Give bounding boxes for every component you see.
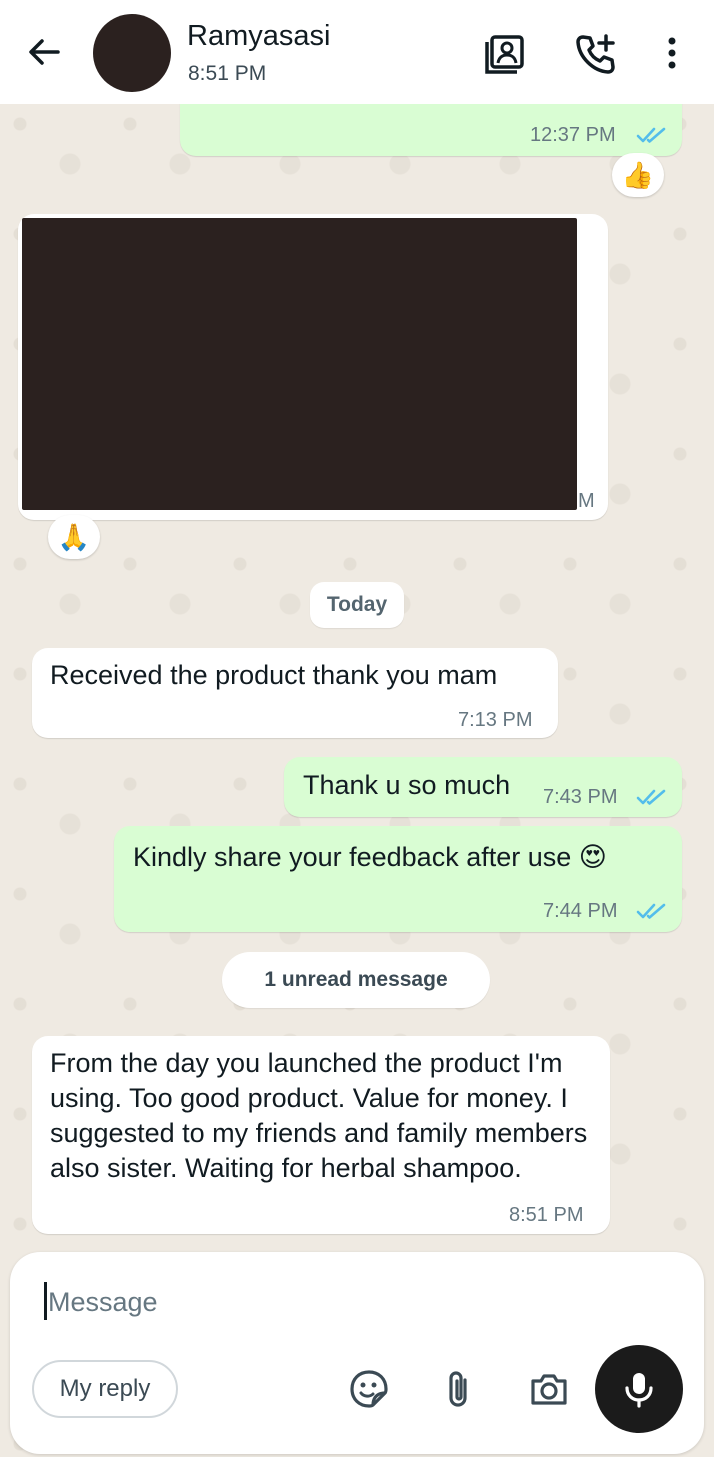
avatar[interactable]	[93, 14, 171, 92]
date-divider: Today	[310, 582, 404, 628]
message-time-partial: M	[578, 490, 595, 512]
message-text: Received the product thank you mam	[50, 660, 498, 690]
message-input[interactable]	[48, 1280, 568, 1324]
double-check-icon	[636, 789, 666, 805]
message-time: 7:44 PM	[543, 900, 618, 922]
text-caret	[44, 1282, 47, 1320]
unread-divider: 1 unread message	[222, 952, 490, 1008]
mic-button[interactable]	[595, 1345, 683, 1433]
contact-status: 8:51 PM	[188, 62, 267, 85]
mic-icon	[625, 1373, 653, 1408]
attach-icon[interactable]	[438, 1368, 480, 1410]
message-text: Kindly share your feedback after use 😍	[133, 842, 607, 872]
sticker-icon[interactable]	[348, 1368, 390, 1410]
camera-icon[interactable]	[528, 1368, 570, 1410]
double-check-icon	[636, 127, 666, 143]
message-time: 7:13 PM	[458, 709, 533, 731]
message-time: 12:37 PM	[530, 124, 616, 146]
reaction-badge[interactable]: 🙏	[48, 515, 100, 559]
double-check-icon	[636, 903, 666, 919]
more-vert-icon[interactable]	[650, 32, 694, 76]
message-time: 8:51 PM	[509, 1204, 584, 1226]
add-call-icon[interactable]	[574, 32, 618, 76]
contact-name[interactable]: Ramyasasi	[187, 20, 330, 53]
chat-header: Ramyasasi 8:51 PM	[0, 0, 714, 104]
contact-card-icon[interactable]	[484, 32, 528, 76]
image-redacted[interactable]	[22, 218, 577, 510]
back-arrow-icon[interactable]	[24, 32, 64, 72]
quick-reply-chip[interactable]: My reply	[32, 1360, 178, 1418]
message-time: 7:43 PM	[543, 786, 618, 808]
message-text: From the day you launched the product I'…	[50, 1048, 588, 1183]
reaction-badge[interactable]: 👍	[612, 153, 664, 197]
message-text: Thank u so much	[303, 770, 511, 800]
